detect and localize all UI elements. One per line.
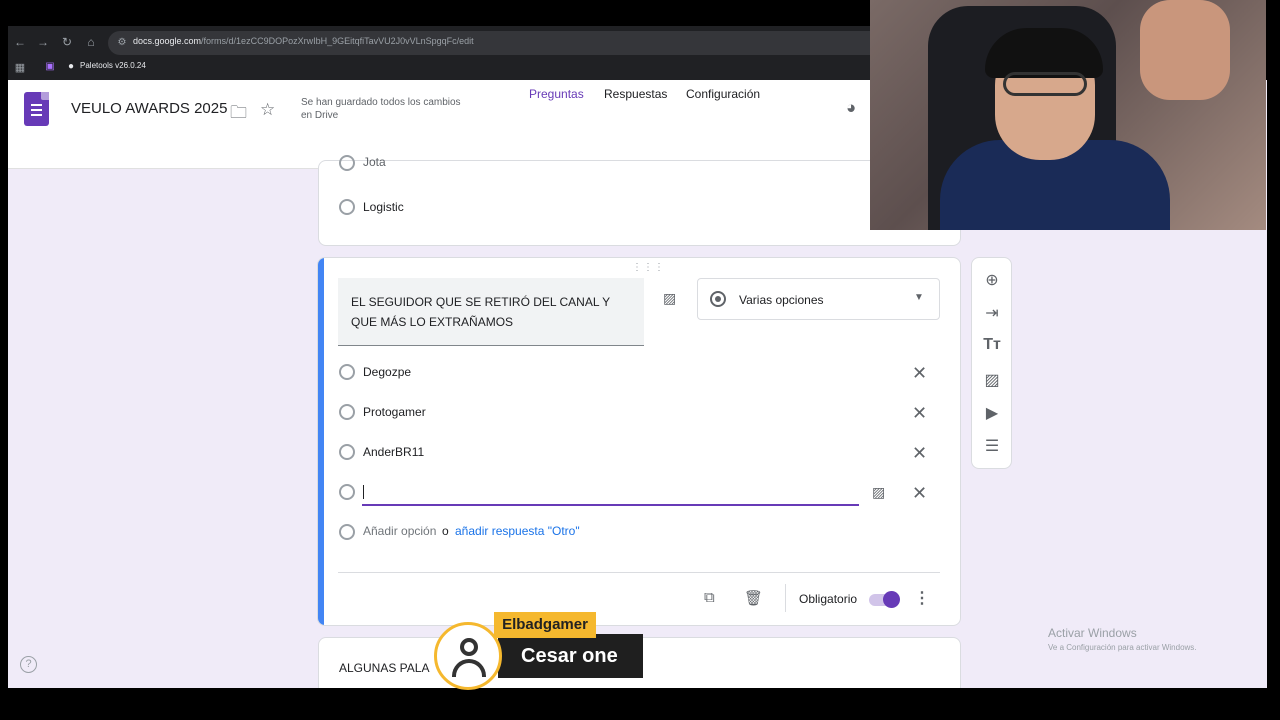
home-icon[interactable]: ⌂ [83,34,99,50]
windows-activation-title: Activar Windows [1048,626,1137,640]
forward-icon[interactable]: → [35,34,51,50]
add-option-or: o [442,524,449,538]
question-title-text: EL SEGUIDOR QUE SE RETIRÓ DEL CANAL Y QU… [351,295,610,329]
back-icon[interactable]: ← [12,34,28,50]
help-icon[interactable]: ? [20,656,37,673]
option-radio[interactable] [339,155,355,171]
option-input-underline [362,504,859,506]
nav-row: ← → ↻ ⌂ ⚙ docs.google.com/forms/d/1ezCC9… [8,30,870,55]
overlay-top-label: Elbadgamer [494,612,596,638]
add-title-icon[interactable]: Tт [982,336,1002,354]
remove-option-icon[interactable]: ✕ [912,444,927,462]
option-radio[interactable] [339,404,355,420]
footer-separator [785,584,786,612]
dropdown-caret-icon: ▼ [914,292,924,303]
more-options-icon[interactable]: ⋮ [914,588,930,608]
logo-line [31,109,42,111]
add-section-icon[interactable]: ☰ [982,436,1002,456]
avatar-person-icon [460,638,478,656]
tab-preguntas[interactable]: Preguntas [529,87,584,101]
previous-question-card[interactable]: Jota Logistic [318,155,961,246]
bookmark-paletools[interactable]: Paletools v26.0.24 [80,61,146,70]
required-label: Obligatorio [799,592,858,606]
form-title[interactable]: VEULO AWARDS 2025 [71,100,227,117]
google-forms-logo[interactable] [24,92,49,126]
remove-option-icon[interactable]: ✕ [912,404,927,422]
logo-line [31,104,42,106]
option-image-icon[interactable]: ▨ [872,484,885,501]
drag-handle-icon[interactable]: ⋮⋮⋮ [632,262,665,273]
add-video-icon[interactable]: ▶ [982,403,1002,423]
twitch-icon[interactable]: ▣ [42,59,58,75]
add-image-icon[interactable]: ▨ [663,290,676,307]
streamer-hand [1140,0,1230,100]
question-type-select[interactable]: Varias opciones ▼ [697,278,940,320]
remove-option-icon[interactable]: ✕ [912,364,927,382]
delete-icon[interactable]: 🗑 [744,589,763,607]
option-radio[interactable] [339,444,355,460]
add-other-link[interactable]: añadir respuesta "Otro" [455,524,580,538]
tab-respuestas[interactable]: Respuestas [604,87,667,101]
reload-icon[interactable]: ↻ [59,34,75,50]
add-image-icon[interactable]: ▨ [982,370,1002,390]
add-option-radio [339,524,355,540]
option-radio[interactable] [339,364,355,380]
url-host: docs.google.com [133,36,202,46]
url-path: /forms/d/1ezCC9DOPozXrwIbH_9GEitqfiTavVU… [201,36,474,46]
radio-type-icon [710,291,726,307]
add-question-icon[interactable]: ⊕ [982,270,1002,290]
browser-toolbar: ← → ↻ ⌂ ⚙ docs.google.com/forms/d/1ezCC9… [8,26,870,80]
webcam-feed [870,0,1266,230]
address-bar[interactable]: ⚙ docs.google.com/forms/d/1ezCC9DOPozXrw… [108,31,870,55]
duplicate-icon[interactable]: ⧉ [704,589,715,606]
import-questions-icon[interactable]: ⇥ [982,303,1002,323]
option-radio[interactable] [339,484,355,500]
screen: ← → ↻ ⌂ ⚙ docs.google.com/forms/d/1ezCC9… [0,0,1280,720]
question-type-label: Varias opciones [739,293,824,307]
floating-toolbar: ⊕ ⇥ Tт ▨ ▶ ☰ [971,257,1012,469]
tab-configuracion[interactable]: Configuración [686,87,760,101]
overlay-avatar [434,622,502,690]
option-label[interactable]: AnderBR11 [363,445,424,459]
remove-option-icon[interactable]: ✕ [912,484,927,502]
active-question-card[interactable]: ⋮⋮⋮ EL SEGUIDOR QUE SE RETIRÓ DEL CANAL … [317,257,961,626]
required-toggle-knob[interactable] [883,591,900,608]
folder-icon[interactable]: 🗀 [230,100,247,129]
streamer-glasses [1003,72,1087,96]
add-option-link[interactable]: Añadir opción [363,524,436,538]
option-label: Jota [363,155,386,169]
url-text: docs.google.com/forms/d/1ezCC9DOPozXrwIb… [133,36,474,46]
avatar-person-body [452,659,486,677]
text-cursor [363,485,364,499]
streamer-cap [985,28,1103,78]
bookmarks-bar: ▦ ▣ ● Paletools v26.0.24 [8,56,870,78]
option-label: Logistic [363,200,404,214]
option-label[interactable]: Protogamer [363,405,426,419]
paletools-icon[interactable]: ● [63,59,79,75]
apps-grid-icon[interactable]: ▦ [12,60,28,76]
star-icon[interactable]: ☆ [260,100,275,120]
palette-icon[interactable]: ◕ [846,98,856,118]
card-footer-divider [338,572,940,573]
next-question-title: ALGUNAS PALA [339,661,430,675]
option-radio[interactable] [339,199,355,215]
logo-line [31,114,42,116]
overlay-name-label: Cesar one [498,634,643,678]
question-title-field[interactable]: EL SEGUIDOR QUE SE RETIRÓ DEL CANAL Y QU… [338,278,644,346]
windows-activation-subtitle: Ve a Configuración para activar Windows. [1048,643,1197,652]
option-label[interactable]: Degozpe [363,365,411,379]
save-status: Se han guardado todos los cambios en Dri… [301,97,461,121]
forms-header: VEULO AWARDS 2025 🗀 ☆ Se han guardado to… [8,80,870,169]
site-info-icon[interactable]: ⚙ [114,35,130,51]
